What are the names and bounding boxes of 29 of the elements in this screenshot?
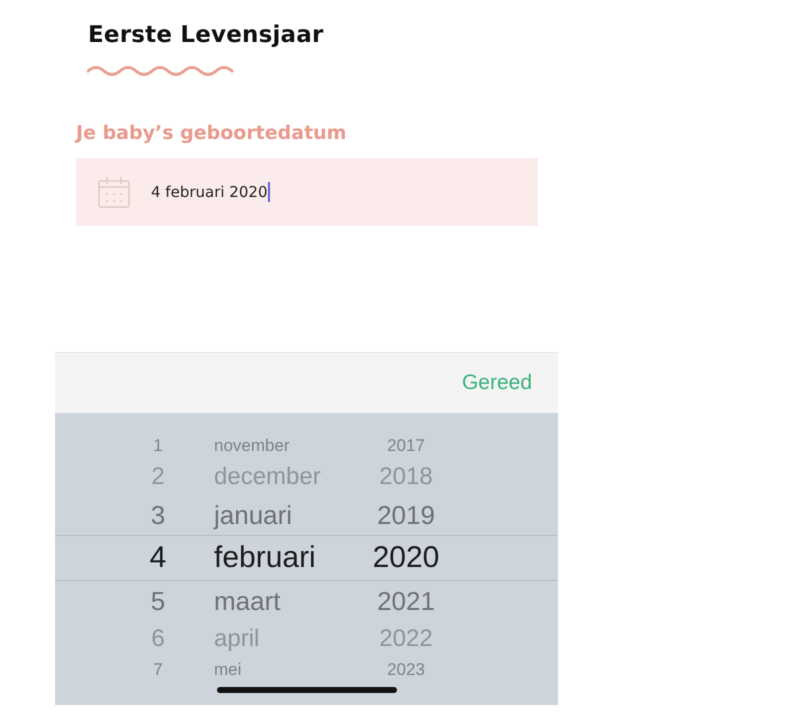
month-option[interactable]: februari <box>214 541 351 575</box>
month-option[interactable]: december <box>214 463 351 491</box>
day-option[interactable]: 1 <box>130 436 186 456</box>
calendar-icon <box>97 175 131 209</box>
picker-wheel[interactable]: 1 november 2017 2 december 2018 3 januari 2019 4 februari 2020 5 maart 2021 6 april 2022 7 mei 2023 <box>55 413 558 705</box>
month-option[interactable]: januari <box>214 500 351 530</box>
year-option[interactable]: 2020 <box>351 541 461 575</box>
day-option[interactable]: 5 <box>130 586 186 616</box>
year-option[interactable]: 2018 <box>351 463 461 491</box>
field-label: Je baby’s geboortedatum <box>76 122 348 144</box>
month-option[interactable]: mei <box>214 660 351 680</box>
year-option[interactable]: 2017 <box>351 436 461 456</box>
day-option[interactable]: 7 <box>130 660 186 680</box>
done-button[interactable]: Gereed <box>458 367 536 399</box>
day-option[interactable]: 3 <box>130 500 186 530</box>
day-option[interactable]: 6 <box>130 625 186 653</box>
month-option[interactable]: april <box>214 625 351 653</box>
page-title: Eerste Levensjaar <box>87 22 325 48</box>
date-value: 4 februari 2020 <box>151 183 268 201</box>
month-option[interactable]: november <box>214 436 351 456</box>
year-option[interactable]: 2021 <box>351 586 461 616</box>
year-option[interactable]: 2019 <box>351 500 461 530</box>
date-field[interactable]: 4 februari 2020 <box>76 158 538 226</box>
year-option[interactable]: 2022 <box>351 625 461 653</box>
selected-picker-row[interactable]: 4 februari 2020 <box>55 535 558 581</box>
month-option[interactable]: maart <box>214 586 351 616</box>
year-option[interactable]: 2023 <box>351 660 461 680</box>
day-option[interactable]: 4 <box>130 541 186 575</box>
day-option[interactable]: 2 <box>130 463 186 491</box>
